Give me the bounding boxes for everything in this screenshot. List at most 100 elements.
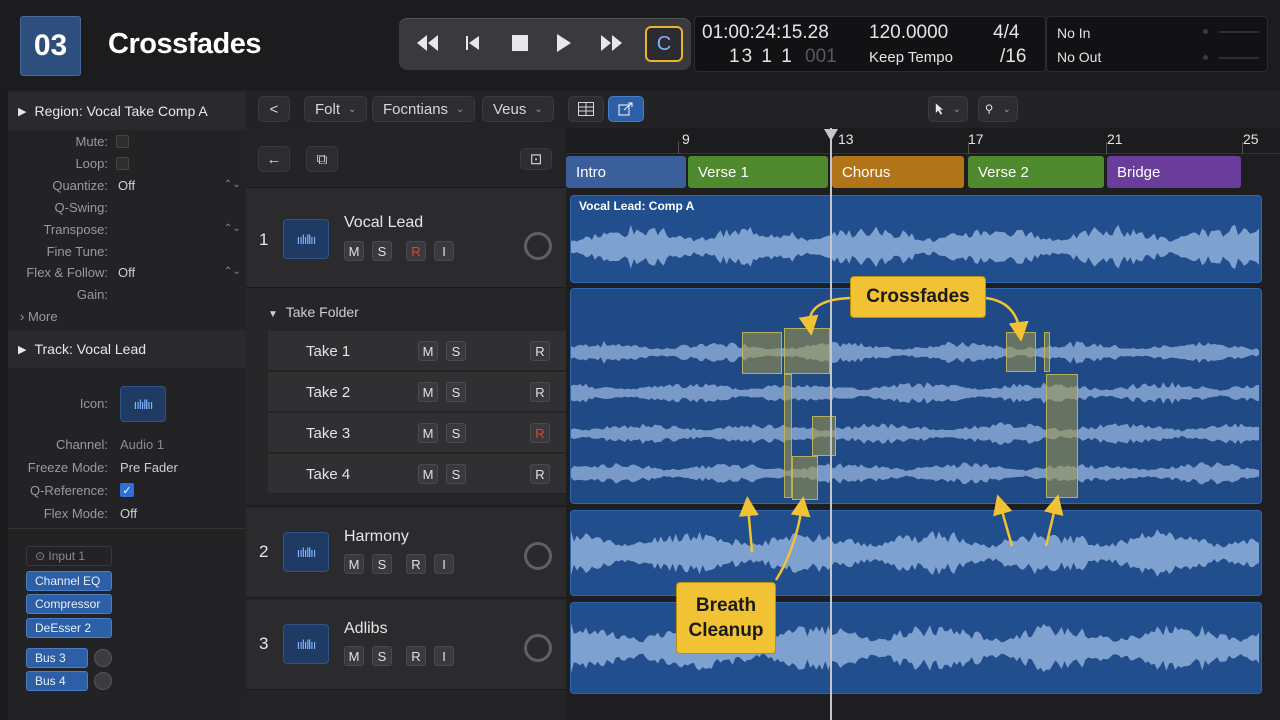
out-locator[interactable]: No Out [1057,49,1101,65]
functions-menu[interactable]: Focntians ⌄ [372,96,476,122]
track-name[interactable]: Adlibs [344,620,388,638]
stop-icon[interactable] [503,28,537,58]
catch-button[interactable] [608,96,644,122]
volume-knob[interactable] [524,542,552,570]
playhead[interactable] [830,128,832,720]
volume-knob[interactable] [524,232,552,260]
take-solo-button[interactable]: S [446,382,466,402]
send-level-knob[interactable] [94,649,112,667]
arrow-left-icon[interactable]: ← [258,146,290,172]
breath-cleanup-callout: Breath Cleanup [676,582,776,654]
record-enable-button[interactable]: R [406,646,426,666]
take-folder-toggle[interactable]: ▼ Take Folder [268,304,359,320]
plugin-slot-deesser[interactable]: DeEsser 2 [26,618,112,638]
grid-view-button[interactable] [568,96,604,122]
solo-button[interactable]: S [372,646,392,666]
page-title: Crossfades [108,28,261,60]
track-waveform-icon[interactable]: ıılıllıı [120,386,166,422]
input-monitor-button[interactable]: I [434,554,454,574]
mute-checkbox[interactable] [116,135,129,148]
record-enable-button[interactable]: R [406,241,426,261]
duplicate-track-icon[interactable]: ⧉ [306,146,338,172]
pencil-icon [985,104,993,114]
volume-knob[interactable] [524,634,552,662]
track-inspector-header[interactable]: ▶ Track: Vocal Lead [8,330,246,368]
take-row[interactable]: Take 3 M S R [268,413,566,453]
quantize-stepper-icon[interactable]: ⌃⌄ [224,179,241,190]
flex-mode-label: Flex Mode: [43,506,108,521]
input-icon: ⊙ [35,549,46,563]
solo-button[interactable]: S [372,554,392,574]
flex-follow-stepper-icon[interactable]: ⌃⌄ [224,266,241,277]
take-solo-button[interactable]: S [446,423,466,443]
skip-back-icon[interactable] [457,28,491,58]
track-header-vocal-lead[interactable]: 1 ıılıllıı Vocal Lead M S R I [246,188,566,288]
division-display[interactable]: /16 [1000,46,1026,68]
top-bar: 03 Crossfades C 01:00:24:15.28 120.0000 [0,0,1280,90]
inspector-panel: ▶ Region: Vocal Take Comp A Mute: Loop: … [8,90,246,720]
input-slot[interactable]: ⊙ Input 1 [26,546,112,566]
mute-button[interactable]: M [344,554,364,574]
track-header-harmony[interactable]: 2 ıılıllıı Harmony M S R I [246,508,566,598]
cycle-button[interactable]: C [645,26,683,62]
track-header-adlibs[interactable]: 3 ıılıllıı Adlibs M S R I [246,600,566,690]
arrange-area[interactable]: 9 13 17 21 25 Intro Verse 1 Chorus Verse… [566,128,1280,720]
solo-button[interactable]: S [372,241,392,261]
q-reference-checkbox[interactable]: ✓ [120,483,134,497]
freeze-mode-value[interactable]: Pre Fader [120,460,178,475]
mute-button[interactable]: M [344,646,364,666]
quantize-value[interactable]: Off [118,178,135,193]
flex-mode-value[interactable]: Off [120,506,137,521]
back-button[interactable]: < [258,96,290,122]
time-signature-display[interactable]: 4/4 [993,22,1019,44]
take-record-button[interactable]: R [530,341,550,361]
more-label: More [27,309,58,324]
send-level-knob[interactable] [94,672,112,690]
take-record-button[interactable]: R [530,423,550,443]
take-mute-button[interactable]: M [418,464,438,484]
rewind-icon[interactable] [411,28,445,58]
input-monitor-button[interactable]: I [434,646,454,666]
tempo-mode-display[interactable]: Keep Tempo [869,49,953,66]
take-record-button[interactable]: R [530,464,550,484]
plugin-slot-compressor[interactable]: Compressor [26,594,112,614]
tempo-display[interactable]: 120.0000 [869,22,948,44]
global-tracks-icon[interactable]: ⊡ [520,148,552,170]
fast-forward-icon[interactable] [595,28,629,58]
crossfades-callout: Crossfades [850,276,986,318]
send-slot-bus-3[interactable]: Bus 3 [26,648,88,668]
send-slot-bus-4[interactable]: Bus 4 [26,671,88,691]
second-tool-menu[interactable]: ⌄ [978,96,1018,122]
region-inspector-header[interactable]: ▶ Region: Vocal Take Comp A [8,92,246,130]
view-menu[interactable]: Veus ⌄ [482,96,554,122]
edit-menu[interactable]: Folt ⌄ [304,96,368,122]
plugin-slot-channel-eq[interactable]: Channel EQ [26,571,112,591]
in-locator[interactable]: No In [1057,25,1090,41]
take-name: Take 3 [306,425,351,442]
take-mute-button[interactable]: M [418,423,438,443]
track-name[interactable]: Vocal Lead [344,214,423,232]
take-row[interactable]: Take 2 M S R [268,372,566,412]
q-reference-label: Q-Reference: [29,483,108,498]
take-row[interactable]: Take 1 M S R [268,331,566,371]
loop-checkbox[interactable] [116,157,129,170]
more-toggle[interactable]: › More [20,309,58,324]
input-monitor-button[interactable]: I [434,241,454,261]
take-solo-button[interactable]: S [446,464,466,484]
take-record-button[interactable]: R [530,382,550,402]
take-mute-button[interactable]: M [418,382,438,402]
channel-value: Audio 1 [120,437,165,452]
take-row[interactable]: Take 4 M S R [268,454,566,494]
flex-follow-value[interactable]: Off [118,265,135,280]
record-enable-button[interactable]: R [406,554,426,574]
mute-button[interactable]: M [344,241,364,261]
pointer-tool-menu[interactable]: ⌄ [928,96,968,122]
transport-controls: C [399,18,691,70]
annotation-arrows [738,296,1064,581]
ticks-display: 001 [805,46,837,67]
take-solo-button[interactable]: S [446,341,466,361]
take-mute-button[interactable]: M [418,341,438,361]
track-name[interactable]: Harmony [344,528,409,546]
transpose-stepper-icon[interactable]: ⌃⌄ [224,223,241,234]
play-icon[interactable] [547,28,581,58]
